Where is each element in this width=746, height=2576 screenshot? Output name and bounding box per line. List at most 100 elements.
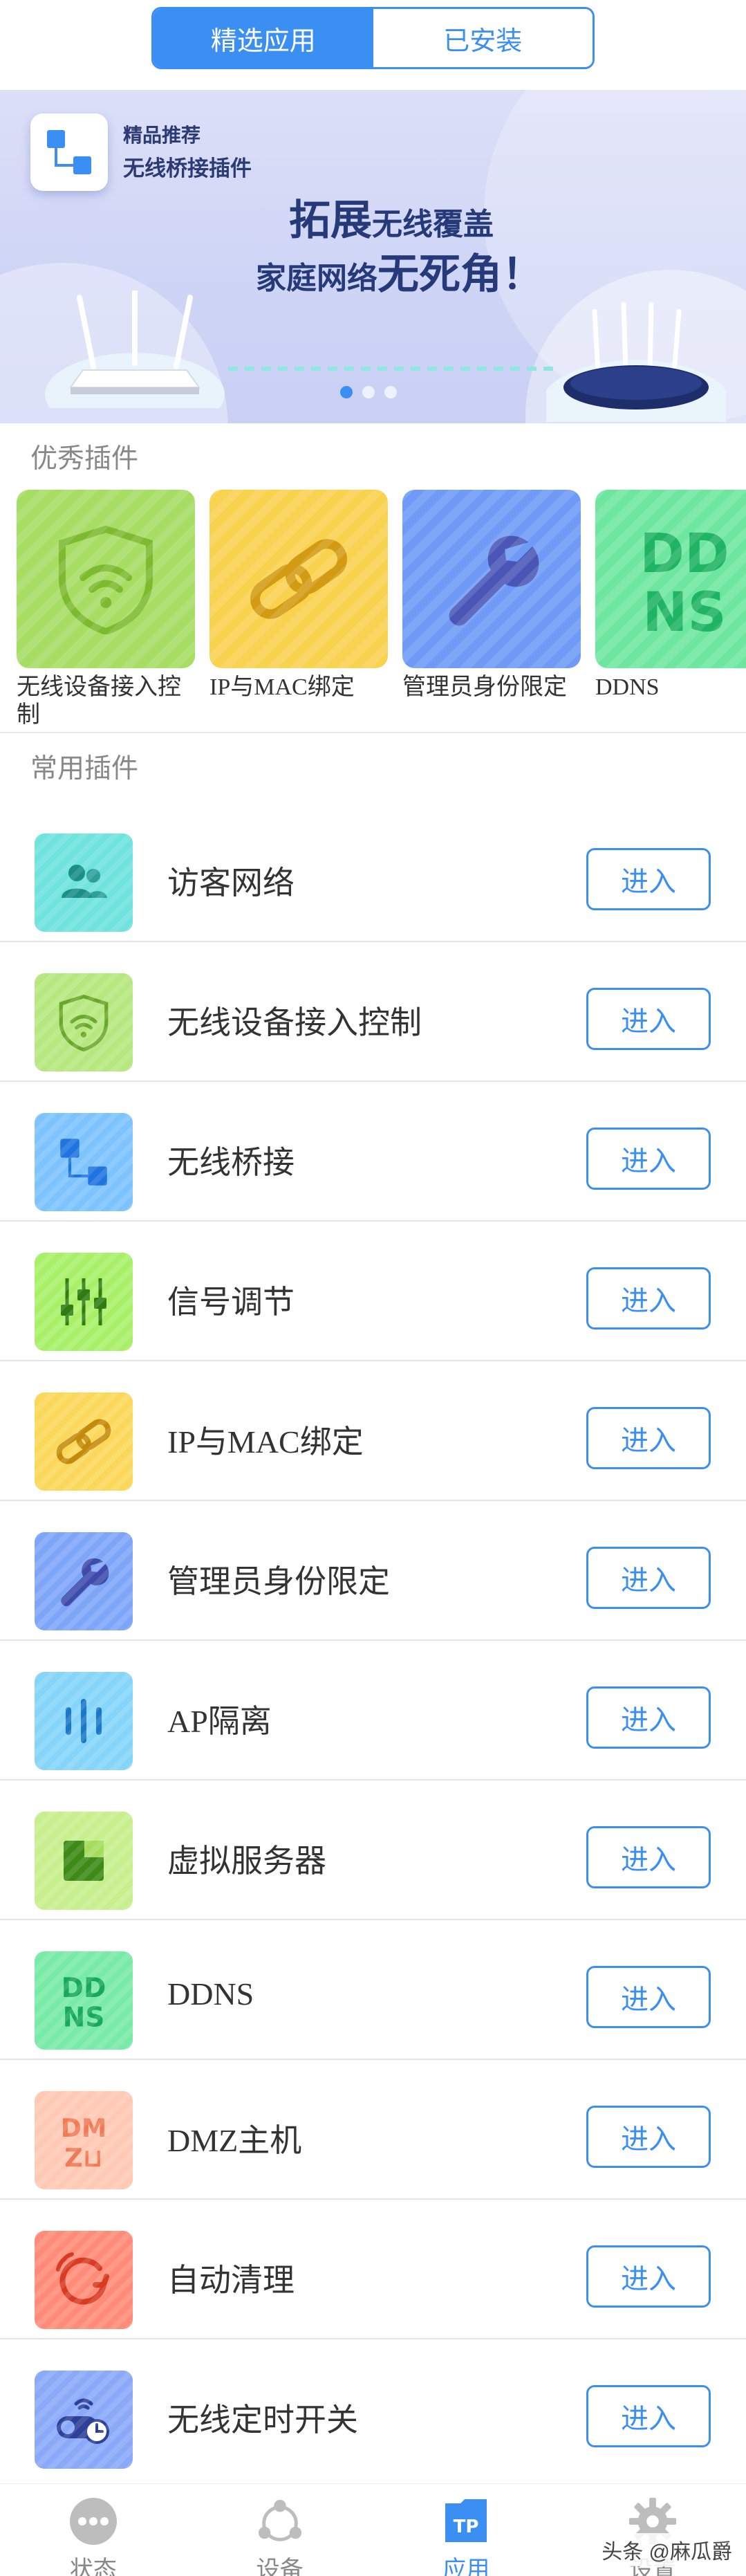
plugin-name: IP与MAC绑定: [167, 1424, 364, 1460]
ddns-icon: DD NS: [35, 1951, 133, 2050]
list-item: 虚拟服务器 进入: [0, 1781, 746, 1920]
featured-card-wireless-access-control[interactable]: 无线设备接入控制: [17, 490, 195, 725]
plugin-name: 信号调节: [167, 1285, 295, 1320]
nav-apps[interactable]: TP 应用: [373, 2484, 560, 2576]
list-item: DD NS DDNS 进入: [0, 1920, 746, 2060]
carousel-dot[interactable]: [362, 386, 375, 398]
plugin-name: 访客网络: [167, 865, 295, 901]
list-item: 无线定时开关 进入: [0, 2339, 746, 2479]
featured-label: IP与MAC绑定: [209, 674, 355, 700]
svg-text:TP: TP: [454, 2517, 479, 2537]
list-item: 无线桥接 进入: [0, 1082, 746, 1222]
plugin-name: 自动清理: [167, 2263, 295, 2298]
ddns-icon: DD NS: [595, 490, 746, 668]
banner-headline-1: 拓展无线覆盖: [289, 197, 494, 243]
svg-text:DM: DM: [61, 2113, 106, 2143]
status-icon: [68, 2496, 118, 2546]
featured-card-ddns[interactable]: DD NS DDNS: [595, 490, 746, 701]
enter-button[interactable]: 进入: [586, 2245, 711, 2308]
enter-button[interactable]: 进入: [586, 2106, 711, 2168]
promo-banner[interactable]: 精品推荐 无线桥接插件 拓展无线覆盖 家庭网络无死角！: [0, 90, 746, 423]
list-item: 信号调节 进入: [0, 1222, 746, 1361]
enter-button[interactable]: 进入: [586, 1547, 711, 1609]
top-bar: 精选应用 已安装: [0, 0, 746, 90]
plugin-name: 虚拟服务器: [167, 1843, 326, 1879]
virtual-server-icon: [35, 1812, 133, 1910]
link-icon: [35, 1392, 133, 1491]
enter-button[interactable]: 进入: [586, 1407, 711, 1469]
nav-label: 设备: [256, 2557, 304, 2576]
plugin-name: AP隔离: [167, 1704, 272, 1739]
dmz-icon: DM Z⊔: [35, 2091, 133, 2189]
enter-button[interactable]: 进入: [586, 1267, 711, 1330]
banner-headline-2: 家庭网络无死角！: [256, 251, 543, 297]
list-item: 访客网络 进入: [0, 802, 746, 942]
section-title-common: 常用插件: [30, 754, 139, 784]
plugin-name: 无线定时开关: [167, 2402, 358, 2438]
tp-apps-icon: TP: [441, 2496, 491, 2546]
bridge-icon: [35, 1113, 133, 1211]
enter-button[interactable]: 进入: [586, 848, 711, 910]
list-item: IP与MAC绑定 进入: [0, 1361, 746, 1501]
wifi-shield-icon: [17, 490, 195, 668]
plugin-name: 无线设备接入控制: [167, 1005, 422, 1040]
link-icon: [209, 490, 388, 668]
router-white-image: [45, 291, 225, 408]
router-blue-image: [546, 302, 726, 422]
featured-card-admin-restriction[interactable]: 管理员身份限定: [402, 490, 581, 701]
enter-button[interactable]: 进入: [586, 2385, 711, 2447]
nav-label: 应用: [442, 2557, 490, 2576]
bridge-icon: [30, 113, 108, 191]
wifi-timer-icon: [35, 2371, 133, 2469]
plugin-name: DMZ主机: [167, 2123, 302, 2158]
section-divider: [0, 732, 746, 733]
featured-label: 管理员身份限定: [402, 674, 567, 700]
tab-featured-apps[interactable]: 精选应用: [153, 9, 373, 67]
plugin-name: 管理员身份限定: [167, 1564, 390, 1599]
list-item: AP隔离 进入: [0, 1641, 746, 1781]
enter-button[interactable]: 进入: [586, 1686, 711, 1749]
ap-isolation-icon: [35, 1672, 133, 1770]
nav-devices[interactable]: 设备: [187, 2484, 373, 2576]
svg-text:DD: DD: [640, 523, 729, 585]
enter-button[interactable]: 进入: [586, 988, 711, 1050]
signal-adjust-icon: [35, 1253, 133, 1351]
enter-button[interactable]: 进入: [586, 1128, 711, 1190]
plugin-name: 无线桥接: [167, 1145, 295, 1180]
nav-status[interactable]: 状态: [0, 2484, 187, 2576]
banner-plugin-name: 无线桥接插件: [123, 156, 252, 181]
tab-installed[interactable]: 已安装: [373, 9, 593, 67]
carousel-dot[interactable]: [340, 386, 353, 398]
watermark: 头条 @麻瓜爵: [597, 2533, 736, 2566]
featured-label: 无线设备接入控制: [17, 674, 181, 725]
enter-button[interactable]: 进入: [586, 1966, 711, 2028]
svg-text:Z⊔: Z⊔: [64, 2143, 102, 2170]
wifi-beam: [228, 367, 553, 371]
bottom-navigation: 状态 设备 TP 应用 设置 头条 @麻瓜爵: [0, 2483, 746, 2576]
list-item: 自动清理 进入: [0, 2200, 746, 2339]
featured-label: DDNS: [595, 674, 660, 700]
svg-text:NS: NS: [642, 582, 726, 638]
nav-label: 状态: [69, 2557, 117, 2576]
list-item: 无线设备接入控制 进入: [0, 942, 746, 1082]
wrench-icon: [402, 490, 581, 668]
carousel-indicator[interactable]: [340, 386, 397, 398]
svg-text:DD: DD: [62, 1973, 106, 2004]
wrench-icon: [35, 1532, 133, 1630]
common-plugin-list: 访客网络 进入 无线设备接入控制 进入 无线桥接 进入 信号调节 进入 IP与M…: [0, 802, 746, 2479]
featured-plugins: 无线设备接入控制 IP与MAC绑定 管理员身份限定 DD NS DDNS: [17, 490, 746, 725]
list-item: 管理员身份限定 进入: [0, 1501, 746, 1641]
plugin-name: DDNS: [167, 1976, 254, 2012]
featured-card-ip-mac-binding[interactable]: IP与MAC绑定: [209, 490, 388, 701]
enter-button[interactable]: 进入: [586, 1826, 711, 1888]
section-title-featured: 优秀插件: [30, 444, 139, 474]
list-item: DM Z⊔ DMZ主机 进入: [0, 2060, 746, 2200]
banner-tag: 精品推荐: [123, 125, 201, 146]
devices-icon: [255, 2496, 305, 2546]
auto-clean-icon: [35, 2231, 133, 2329]
wifi-shield-icon: [35, 973, 133, 1071]
carousel-dot[interactable]: [384, 386, 397, 398]
segmented-tabs: 精选应用 已安装: [151, 7, 595, 69]
svg-text:NS: NS: [63, 2003, 105, 2031]
guest-users-icon: [35, 834, 133, 932]
